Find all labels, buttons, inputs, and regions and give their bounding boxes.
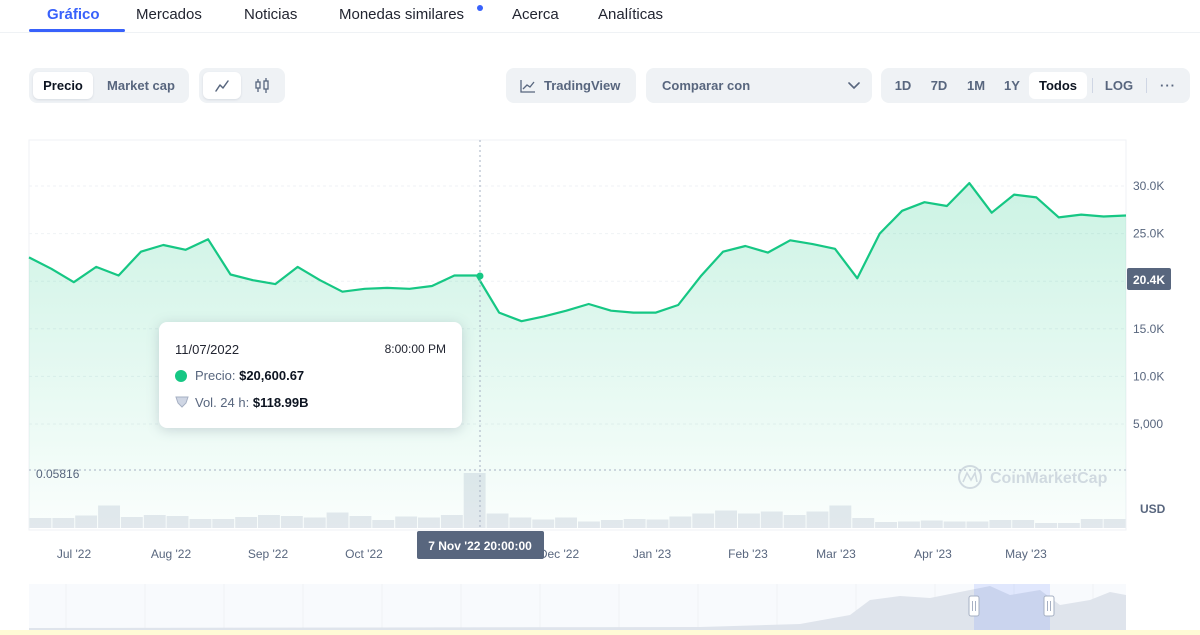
tooltip-date: 11/07/2022 [175, 342, 240, 357]
x-tick-label: Apr '23 [914, 547, 952, 561]
x-tick-label: Aug '22 [151, 547, 192, 561]
navigator-left-handle[interactable] [968, 595, 980, 617]
y-tick-label: 15.0K [1133, 322, 1164, 336]
page-bottom-strip [0, 630, 1200, 635]
tooltip-price-row: Precio: $20,600.67 [175, 368, 304, 383]
volume-unit-label: USD [1140, 502, 1166, 516]
y-tick-label: 10.0K [1133, 369, 1164, 383]
current-price-label: 20.4K [1133, 273, 1165, 287]
tooltip-price-label: Precio: [195, 368, 236, 383]
x-tick-label: Dec '22 [539, 547, 580, 561]
y-axis-labels: 5,000 10.0K 15.0K 25.0K 30.0K [1133, 179, 1164, 431]
x-tick-label: Feb '23 [728, 547, 768, 561]
hover-date-label: 7 Nov '22 20:00:00 [428, 539, 532, 553]
navigator-right-handle[interactable] [1043, 595, 1055, 617]
volume-shield-icon [175, 396, 189, 408]
navigator-selection[interactable] [974, 584, 1050, 630]
x-tick-label: May '23 [1005, 547, 1047, 561]
x-tick-label: Jul '22 [57, 547, 92, 561]
x-tick-label: Jan '23 [633, 547, 672, 561]
tooltip-volume-value: $118.99B [252, 395, 309, 410]
tooltip-volume-label: Vol. 24 h: [195, 395, 250, 410]
x-tick-label: Mar '23 [816, 547, 856, 561]
x-tick-label: Sep '22 [248, 547, 289, 561]
tooltip-volume-row: Vol. 24 h: $118.99B [175, 395, 309, 410]
y-tick-label: 30.0K [1133, 179, 1164, 193]
y-tick-label: 5,000 [1133, 417, 1163, 431]
range-navigator[interactable] [29, 584, 1126, 630]
price-dot-icon [175, 370, 187, 382]
tooltip-time: 8:00:00 PM [384, 342, 446, 356]
hover-point [476, 272, 484, 280]
y-tick-label: 25.0K [1133, 227, 1164, 241]
baseline-label: 0.05816 [36, 467, 80, 481]
watermark-text: CoinMarketCap [990, 470, 1108, 487]
price-chart[interactable]: 5,000 10.0K 15.0K 25.0K 30.0K Jul '22 Aug '22… [0, 0, 1200, 635]
hover-tooltip: 11/07/2022 8:00:00 PM Precio: $20,600.67… [159, 322, 462, 428]
x-axis-labels: Jul '22 Aug '22 Sep '22 Oct '22 Dec '22 Jan '… [57, 547, 1047, 561]
x-tick-label: Oct '22 [345, 547, 383, 561]
tooltip-price-value: $20,600.67 [239, 368, 305, 383]
